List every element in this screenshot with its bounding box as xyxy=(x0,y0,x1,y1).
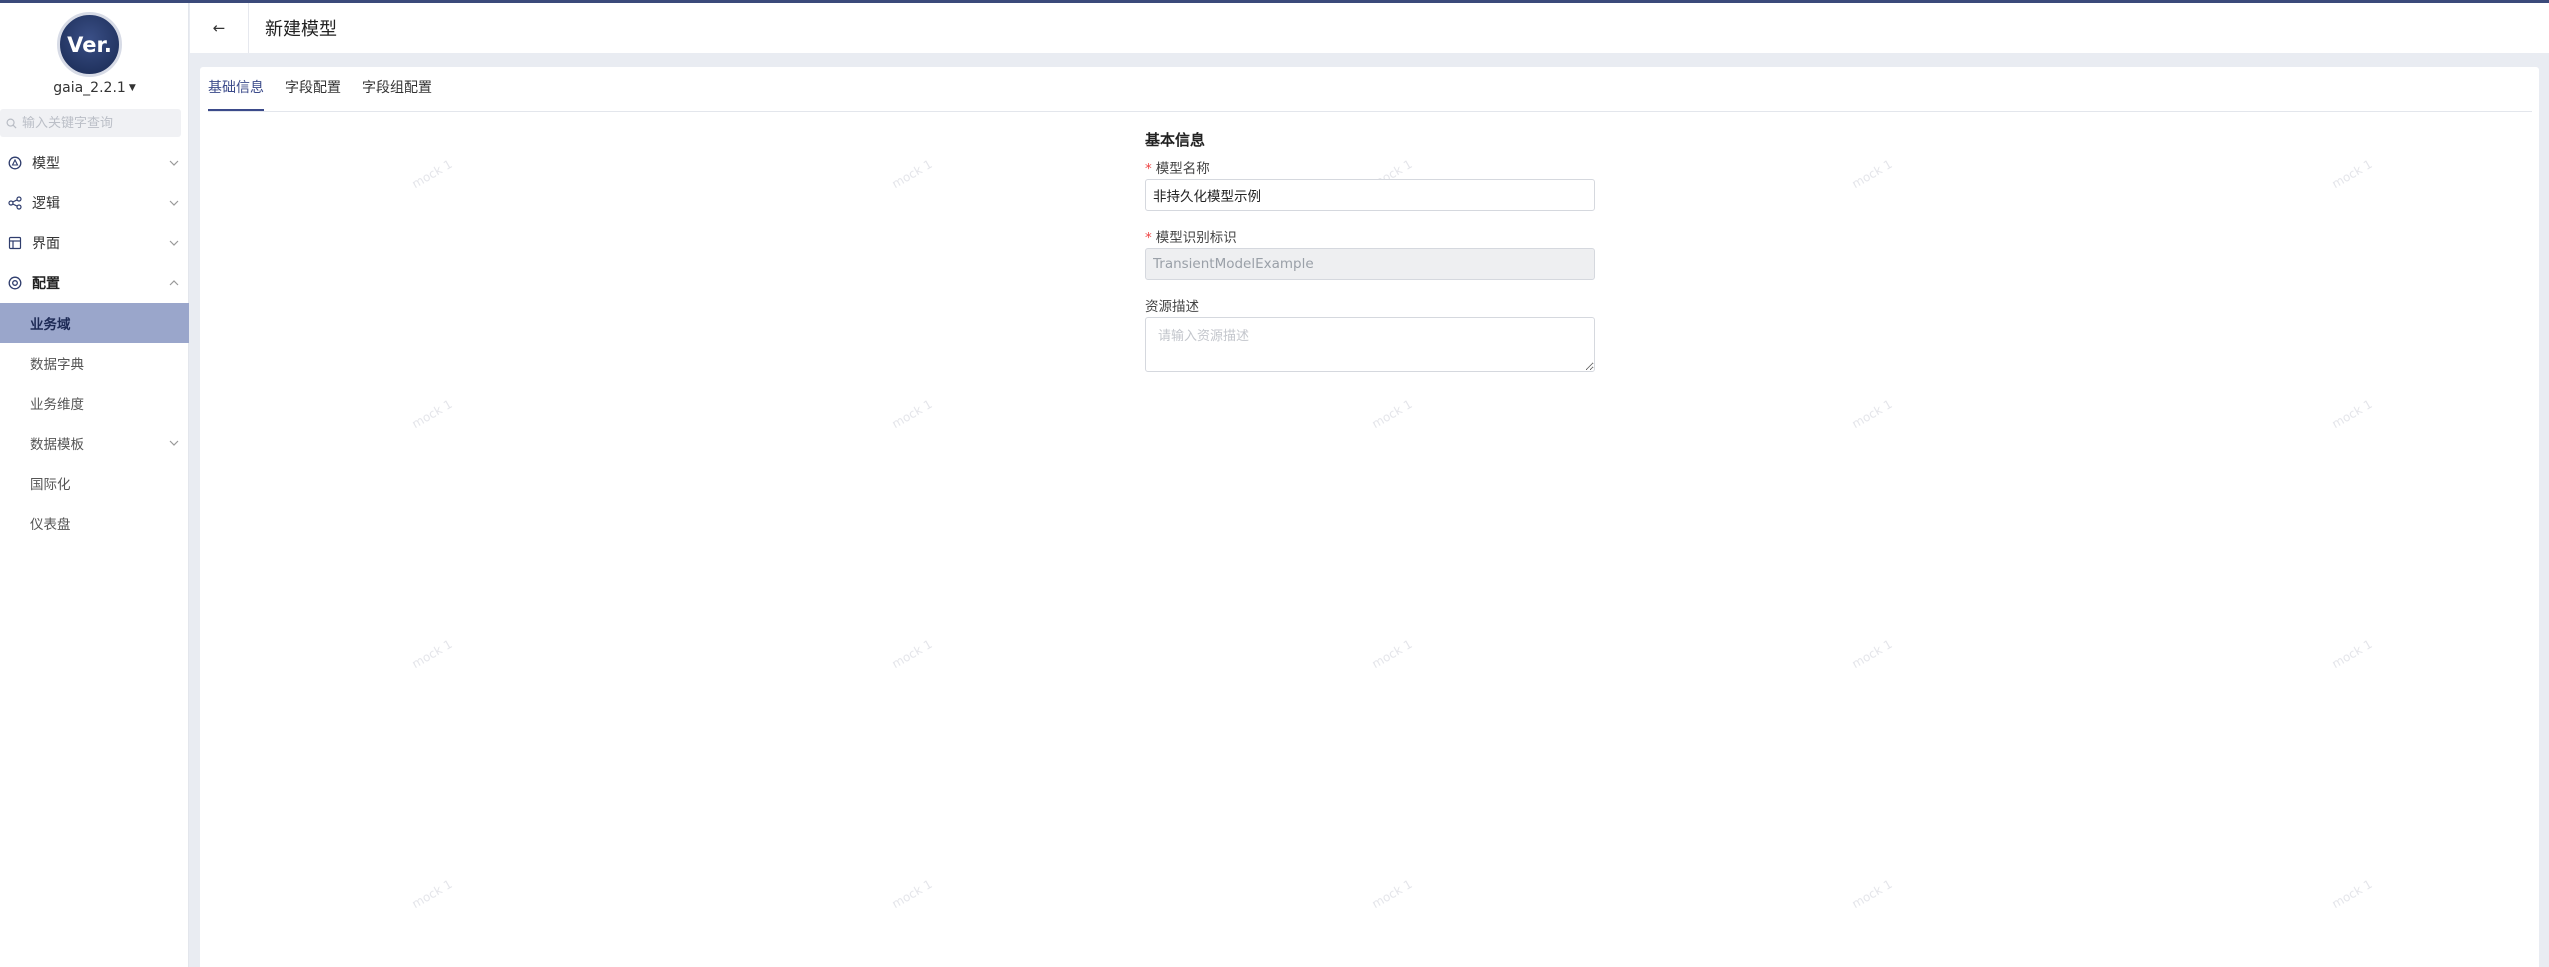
watermark-text: mock 1 xyxy=(1369,636,1415,672)
chevron-up-icon xyxy=(159,280,189,286)
tab-basic-info[interactable]: 基础信息 xyxy=(208,77,264,111)
sidebar-subitem-label: 仪表盘 xyxy=(30,517,71,533)
watermark-text: mock 1 xyxy=(1849,876,1895,912)
watermark-text: mock 1 xyxy=(1849,636,1895,672)
search-input[interactable] xyxy=(22,115,172,131)
description-textarea[interactable] xyxy=(1145,317,1595,372)
tab-field-config[interactable]: 字段配置 xyxy=(285,77,341,111)
sidebar-item-label: 模型 xyxy=(32,156,60,172)
chevron-down-icon xyxy=(159,240,189,246)
watermark-text: mock 1 xyxy=(2329,636,2375,672)
sidebar-subitem-label: 数据字典 xyxy=(30,357,84,373)
sidebar-search[interactable] xyxy=(0,109,181,137)
sidebar-subitem-label: 数据模板 xyxy=(30,437,84,453)
sidebar-item-settings[interactable]: 配置 xyxy=(0,263,189,303)
app-logo[interactable]: Ver. xyxy=(57,12,122,77)
version-label: gaia_2.2.1 xyxy=(53,80,126,96)
watermark-text: mock 1 xyxy=(889,636,935,672)
watermark-text: mock 1 xyxy=(409,396,455,432)
watermark-text: mock 1 xyxy=(2329,876,2375,912)
watermark-text: mock 1 xyxy=(1849,396,1895,432)
required-mark: * xyxy=(1145,161,1152,177)
chevron-down-icon xyxy=(159,160,189,166)
watermark-text: mock 1 xyxy=(2329,396,2375,432)
search-icon xyxy=(0,118,22,129)
sidebar-item-logic[interactable]: 逻辑 xyxy=(0,183,189,223)
caret-down-icon: ▼ xyxy=(128,83,136,93)
sidebar-subitem-label: 业务域 xyxy=(30,317,71,333)
sidebar-item-model[interactable]: 模型 xyxy=(0,143,189,183)
model-id-label: * 模型识别标识 xyxy=(1145,226,1595,246)
model-name-label-text: 模型名称 xyxy=(1155,161,1210,177)
watermark-text: mock 1 xyxy=(409,636,455,672)
watermark-text: mock 1 xyxy=(889,876,935,912)
page-title: 新建模型 xyxy=(265,19,337,40)
sidebar-subitem-dashboard[interactable]: 仪表盘 xyxy=(0,503,189,543)
sidebar-subitem-data-dictionary[interactable]: 数据字典 xyxy=(0,343,189,383)
watermark-text: mock 1 xyxy=(2329,156,2375,192)
sidebar-subitem-i18n[interactable]: 国际化 xyxy=(0,463,189,503)
back-button[interactable]: ← xyxy=(190,3,249,53)
description-label: 资源描述 xyxy=(1145,299,1199,315)
logic-share-icon xyxy=(0,196,28,210)
basic-info-form: 基本信息 *模型名称 *模型识别标识 资源描述 xyxy=(1145,129,1595,372)
model-id-input xyxy=(1145,248,1595,280)
model-id-label-text: 模型识别标识 xyxy=(1155,230,1237,246)
sidebar-subitem-business-dimension[interactable]: 业务维度 xyxy=(0,383,189,423)
model-name-input[interactable] xyxy=(1145,179,1595,211)
sidebar-subitem-data-template[interactable]: 数据模板 xyxy=(0,423,189,463)
sidebar-item-layout[interactable]: 界面 xyxy=(0,223,189,263)
sidebar-subitem-business-domain[interactable]: 业务域 xyxy=(0,303,189,343)
sidebar-item-label: 逻辑 xyxy=(32,196,60,212)
form-section-title: 基本信息 xyxy=(1145,131,1206,149)
sidebar-subitem-label: 业务维度 xyxy=(30,397,84,413)
main-card: mock 1 mock 1 mock 1 mock 1 mock 1 mock 1 mock… xyxy=(200,67,2539,967)
tab-field-group-config[interactable]: 字段组配置 xyxy=(362,77,432,111)
required-mark: * xyxy=(1145,230,1152,246)
version-selector[interactable]: gaia_2.2.1 ▼ xyxy=(0,80,189,96)
layout-icon xyxy=(0,236,28,250)
model-name-label: * 模型名称 xyxy=(1145,157,1595,177)
page-header: ← 新建模型 xyxy=(190,3,2549,53)
sidebar-item-label: 界面 xyxy=(32,236,60,252)
watermark-text: mock 1 xyxy=(409,156,455,192)
watermark-text: mock 1 xyxy=(889,156,935,192)
model-icon xyxy=(0,156,28,170)
watermark-text: mock 1 xyxy=(1369,396,1415,432)
watermark-text: mock 1 xyxy=(889,396,935,432)
chevron-down-icon xyxy=(159,440,189,446)
tab-bar: 基础信息 字段配置 字段组配置 xyxy=(208,67,2532,112)
watermark-text: mock 1 xyxy=(1849,156,1895,192)
sidebar-subitem-label: 国际化 xyxy=(30,477,71,493)
sidebar-item-label: 配置 xyxy=(32,276,60,292)
settings-icon xyxy=(0,276,28,290)
sidebar-nav: 模型 逻辑 界面 配置 业务域 数据字典 业务维度 数据模板 国际化 仪表盘 xyxy=(0,143,189,543)
chevron-down-icon xyxy=(159,200,189,206)
watermark-text: mock 1 xyxy=(1369,876,1415,912)
sidebar: Ver. gaia_2.2.1▼ 模型 逻辑 界面 xyxy=(0,3,189,967)
watermark-text: mock 1 xyxy=(409,876,455,912)
